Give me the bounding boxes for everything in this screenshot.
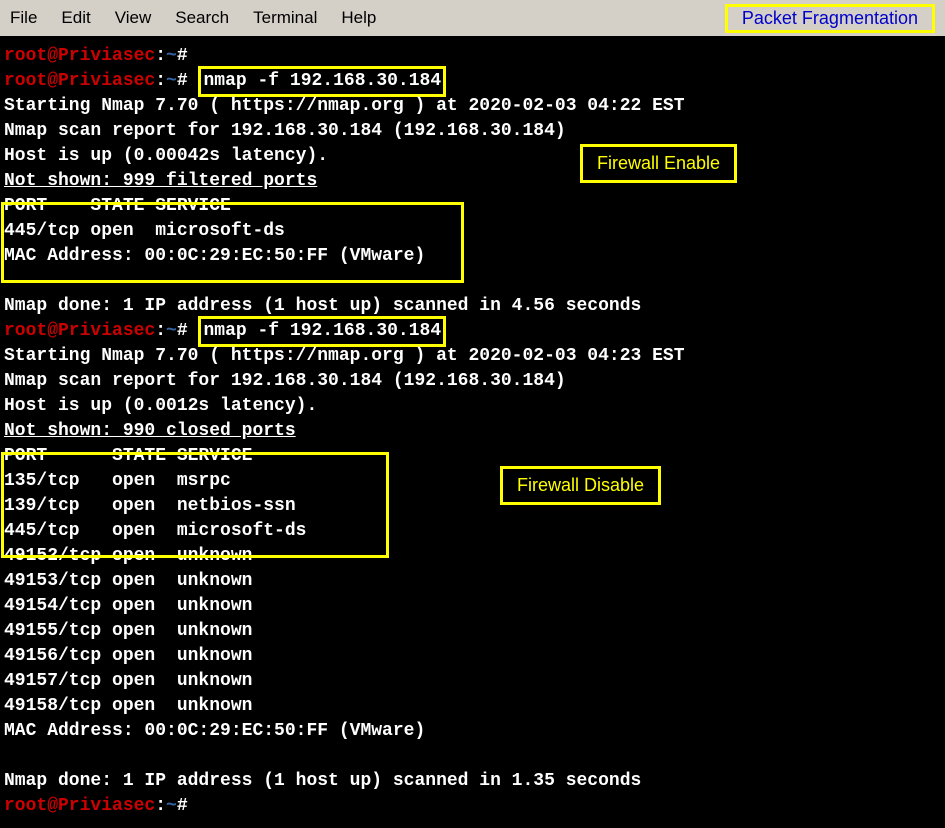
prompt-userhost: root@Priviasec [4, 796, 155, 816]
firewall-disable-label: Firewall Disable [500, 466, 661, 505]
scan2-host: Host is up (0.0012s latency). [4, 394, 941, 419]
menubar: File Edit View Search Terminal Help Pack… [0, 0, 945, 36]
scan2-p7: 49155/tcp open unknown [4, 619, 941, 644]
prompt-userhost: root@Priviasec [4, 321, 155, 341]
scan2-report: Nmap scan report for 192.168.30.184 (192… [4, 369, 941, 394]
command-2-highlight: nmap -f 192.168.30.184 [198, 316, 446, 347]
scan2-p5: 49153/tcp open unknown [4, 569, 941, 594]
scan2-p9: 49157/tcp open unknown [4, 669, 941, 694]
scan2-p2: 139/tcp open netbios-ssn [4, 494, 941, 519]
menu-search[interactable]: Search [175, 8, 229, 28]
scan1-report: Nmap scan report for 192.168.30.184 (192… [4, 119, 941, 144]
scan2-p10: 49158/tcp open unknown [4, 694, 941, 719]
scan1-notshown: Not shown: 999 filtered ports [4, 169, 941, 194]
scan1-mac: MAC Address: 00:0C:29:EC:50:FF (VMware) [4, 244, 941, 269]
terminal-output[interactable]: root@Priviasec:~# root@Priviasec:~# nmap… [0, 36, 945, 827]
scan2-p6: 49154/tcp open unknown [4, 594, 941, 619]
scan1-host: Host is up (0.00042s latency). [4, 144, 941, 169]
scan1-header: PORT STATE SERVICE [4, 194, 941, 219]
scan2-starting: Starting Nmap 7.70 ( https://nmap.org ) … [4, 344, 941, 369]
prompt-path: ~ [166, 46, 177, 66]
scan2-mac: MAC Address: 00:0C:29:EC:50:FF (VMware) [4, 719, 941, 744]
title-annotation: Packet Fragmentation [725, 4, 935, 33]
menu-file[interactable]: File [10, 8, 37, 28]
prompt-hash: # [177, 71, 188, 91]
prompt-userhost: root@Priviasec [4, 46, 155, 66]
scan1-port: 445/tcp open microsoft-ds [4, 219, 941, 244]
prompt-colon: : [155, 796, 166, 816]
menu-terminal[interactable]: Terminal [253, 8, 317, 28]
firewall-enable-label: Firewall Enable [580, 144, 737, 183]
scan2-p1: 135/tcp open msrpc [4, 469, 941, 494]
prompt-path: ~ [166, 71, 177, 91]
scan1-done: Nmap done: 1 IP address (1 host up) scan… [4, 294, 941, 319]
prompt-path: ~ [166, 796, 177, 816]
scan1-starting: Starting Nmap 7.70 ( https://nmap.org ) … [4, 94, 941, 119]
scan2-p8: 49156/tcp open unknown [4, 644, 941, 669]
prompt-path: ~ [166, 321, 177, 341]
prompt-colon: : [155, 71, 166, 91]
prompt-colon: : [155, 46, 166, 66]
menu-edit[interactable]: Edit [61, 8, 90, 28]
menu-view[interactable]: View [115, 8, 152, 28]
scan2-p4: 49152/tcp open unknown [4, 544, 941, 569]
prompt-colon: : [155, 321, 166, 341]
prompt-userhost: root@Priviasec [4, 71, 155, 91]
scan2-p3: 445/tcp open microsoft-ds [4, 519, 941, 544]
command-1-highlight: nmap -f 192.168.30.184 [198, 66, 446, 97]
prompt-hash: # [177, 796, 188, 816]
scan2-header: PORT STATE SERVICE [4, 444, 941, 469]
scan2-notshown: Not shown: 990 closed ports [4, 419, 941, 444]
menu-help[interactable]: Help [341, 8, 376, 28]
prompt-hash: # [177, 321, 188, 341]
prompt-hash: # [177, 46, 188, 66]
scan2-done: Nmap done: 1 IP address (1 host up) scan… [4, 769, 941, 794]
